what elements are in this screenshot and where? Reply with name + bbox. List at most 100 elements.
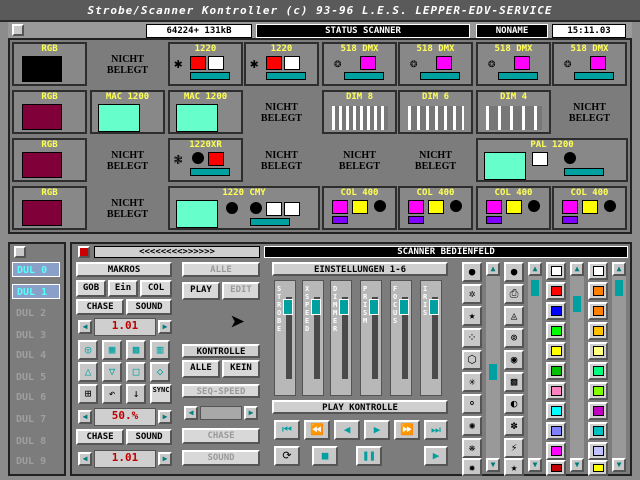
pattern-small-icon[interactable]: ⊞ [78, 384, 98, 404]
decrement-icon[interactable]: ◀ [78, 452, 92, 466]
close-icon[interactable] [14, 246, 26, 258]
gobo-19-icon[interactable]: ⚡ [504, 438, 524, 458]
channel-dimmer[interactable]: DIMMER [330, 280, 352, 396]
makros-button[interactable]: MAKROS [76, 262, 172, 277]
increment-icon[interactable]: ▶ [244, 406, 258, 420]
fixture-1220xr[interactable]: 1220XR ❃ [168, 138, 243, 182]
gobo-6-icon[interactable]: ✳ [462, 372, 482, 392]
dul-item-5[interactable]: DUL 5 [12, 370, 60, 385]
kein-button[interactable]: KEIN [222, 360, 260, 378]
color-swatch[interactable] [546, 362, 566, 380]
fixture-mac1200-a[interactable]: MAC 1200 [90, 90, 165, 134]
increment-icon[interactable]: ▶ [158, 320, 172, 334]
slider-thumb[interactable] [283, 299, 293, 315]
skip-start-icon[interactable]: ⏮ [274, 420, 300, 440]
chase-button-2[interactable]: CHASE [76, 429, 124, 445]
color-swatch[interactable] [546, 460, 566, 476]
target-icon[interactable]: ◎ [78, 340, 98, 360]
fixture-pal1200[interactable]: PAL 1200 [476, 138, 628, 182]
sound-button-3[interactable]: SOUND [182, 450, 260, 466]
gobo-11-icon[interactable]: ● [504, 262, 524, 282]
fixture-col400-1[interactable]: COL 400 [322, 186, 397, 230]
dul-item-0[interactable]: DUL 0 [12, 262, 60, 277]
sound-button-2[interactable]: SOUND [126, 429, 172, 445]
fixture-dim6[interactable]: DIM 6 [398, 90, 473, 134]
gobo-12-icon[interactable]: ⎙ [504, 284, 524, 304]
increment-icon[interactable]: ▶ [158, 452, 172, 466]
gobo-2-icon[interactable]: ✲ [462, 284, 482, 304]
scroll-track[interactable] [528, 276, 542, 458]
loop-icon[interactable]: ⟳ [274, 446, 300, 466]
down-arrow-icon[interactable]: ↓ [126, 384, 146, 404]
color-swatch[interactable] [546, 282, 566, 300]
rewind-icon[interactable]: ⏪ [304, 420, 330, 440]
gobo-9-icon[interactable]: ❋ [462, 438, 482, 458]
color-swatch[interactable] [546, 262, 566, 280]
gobo-13-icon[interactable]: ◬ [504, 306, 524, 326]
color-swatch[interactable] [588, 402, 608, 420]
play-icon[interactable]: ▶ [424, 446, 448, 466]
gobo-8-icon[interactable]: ✺ [462, 416, 482, 436]
gobo-4-icon[interactable]: ⁘ [462, 328, 482, 348]
gobo-17-icon[interactable]: ◐ [504, 394, 524, 414]
triangle-icon[interactable]: △ [78, 362, 98, 382]
fixture-518dmx-1[interactable]: 518 DMX ❂ [322, 42, 397, 86]
fixture-dim8[interactable]: DIM 8 [322, 90, 397, 134]
col-button[interactable]: COL [140, 280, 172, 297]
fixture-1220-a[interactable]: 1220 ✱ [168, 42, 243, 86]
skip-end-icon[interactable]: ⏭ [424, 420, 448, 440]
gobo-15-icon[interactable]: ◉ [504, 350, 524, 370]
square-icon[interactable]: □ [126, 362, 146, 382]
speed-track[interactable] [200, 406, 242, 420]
scroll-track[interactable] [486, 276, 500, 458]
color-swatch[interactable] [546, 342, 566, 360]
color-swatch[interactable] [588, 442, 608, 460]
dul-item-8[interactable]: DUL 8 [12, 434, 60, 449]
sound-button[interactable]: SOUND [126, 299, 172, 315]
close-icon[interactable] [78, 246, 90, 258]
fixture-mac1200-b[interactable]: MAC 1200 [168, 90, 243, 134]
pause-icon[interactable]: ❚❚ [356, 446, 382, 466]
color-swatch[interactable] [588, 460, 608, 476]
fixture-col400-3[interactable]: COL 400 [476, 186, 551, 230]
diamond-icon[interactable]: ◇ [150, 362, 170, 382]
color-swatch[interactable] [588, 302, 608, 320]
scroll-up-icon[interactable]: ▲ [612, 262, 626, 276]
slider-thumb[interactable] [399, 299, 409, 315]
scroll-down-icon[interactable]: ▼ [612, 458, 626, 472]
dul-item-1[interactable]: DUL 1 [12, 284, 60, 299]
gobo-18-icon[interactable]: ✽ [504, 416, 524, 436]
slider-thumb[interactable] [311, 299, 321, 315]
scroll-arrows[interactable]: <<<<<<<<>>>>>> [94, 246, 260, 258]
dul-item-2[interactable]: DUL 2 [12, 306, 60, 321]
slider-thumb[interactable] [429, 299, 439, 315]
decrement-icon[interactable]: ◀ [184, 406, 198, 420]
color-swatch[interactable] [546, 442, 566, 460]
close-icon[interactable] [12, 24, 24, 36]
scroll-down-icon[interactable]: ▼ [486, 458, 500, 472]
scroll-up-icon[interactable]: ▲ [486, 262, 500, 276]
step-forward-icon[interactable]: ▶ [364, 420, 390, 440]
scroll-down-icon[interactable]: ▼ [570, 458, 584, 472]
color-swatch[interactable] [546, 302, 566, 320]
play-button[interactable]: PLAY [182, 282, 220, 300]
decrement-icon[interactable]: ◀ [78, 410, 92, 424]
color-swatch[interactable] [546, 382, 566, 400]
color-swatch[interactable] [588, 322, 608, 340]
gobo-7-icon[interactable]: ⚬ [462, 394, 482, 414]
edit-button[interactable]: EDIT [222, 282, 260, 300]
sync-button[interactable]: SYNC [150, 384, 172, 404]
pattern-icon[interactable]: ▩ [126, 340, 146, 360]
fast-forward-icon[interactable]: ⏩ [394, 420, 420, 440]
color-swatch[interactable] [588, 282, 608, 300]
increment-icon[interactable]: ▶ [158, 410, 172, 424]
fixture-col400-2[interactable]: COL 400 [398, 186, 473, 230]
alle-button[interactable]: ALLE [182, 262, 260, 277]
color-swatch[interactable] [588, 262, 608, 280]
gobo-10-icon[interactable]: ✹ [462, 458, 482, 476]
dul-item-6[interactable]: DUL 6 [12, 390, 60, 405]
chase-button[interactable]: CHASE [76, 299, 124, 315]
fixture-rgb-3[interactable]: RGB [12, 138, 87, 182]
color-swatch[interactable] [588, 362, 608, 380]
fixture-518dmx-4[interactable]: 518 DMX ❂ [552, 42, 627, 86]
